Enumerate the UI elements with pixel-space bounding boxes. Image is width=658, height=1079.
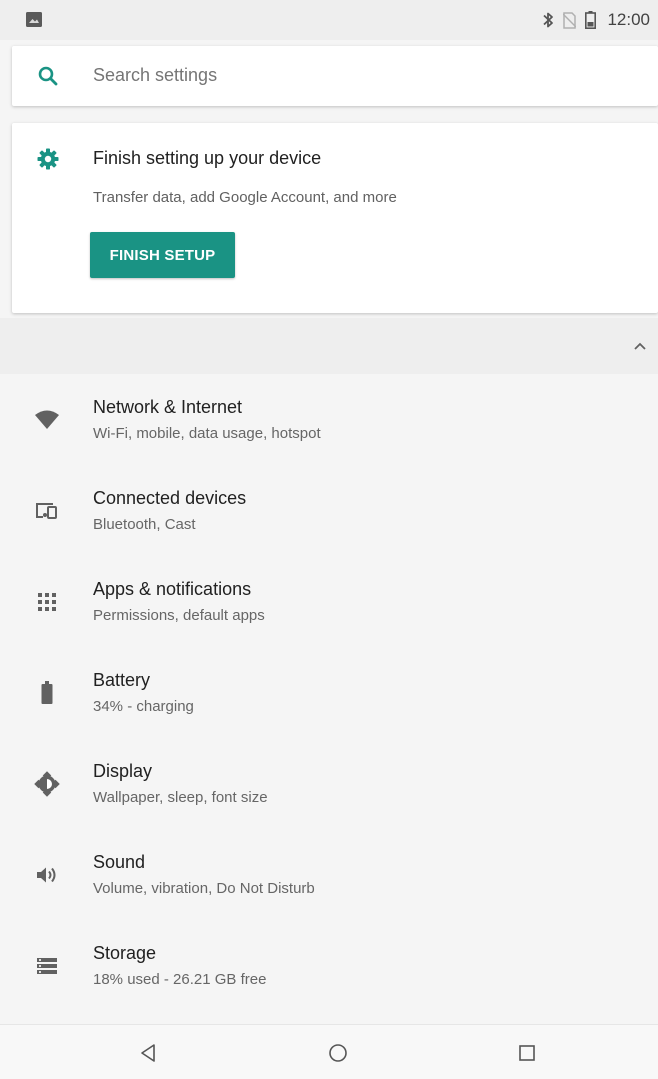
bluetooth-icon	[543, 12, 554, 28]
devices-icon	[36, 503, 57, 519]
settings-item-storage[interactable]: Storage 18% used - 26.21 GB free	[0, 920, 658, 1011]
image-notification-icon	[26, 12, 42, 27]
status-bar: 12:00	[0, 0, 658, 40]
settings-item-network[interactable]: Network & Internet Wi-Fi, mobile, data u…	[0, 374, 658, 465]
search-icon[interactable]	[36, 64, 60, 88]
volume-icon	[37, 867, 56, 883]
settings-item-title: Display	[93, 761, 153, 781]
search-input[interactable]: Search settings	[93, 65, 217, 86]
home-icon[interactable]	[327, 1042, 349, 1064]
settings-item-display[interactable]: Display Wallpaper, sleep, font size	[0, 738, 658, 829]
setup-subtitle: Transfer data, add Google Account, and m…	[93, 189, 397, 206]
status-icons: 12:00	[542, 0, 650, 40]
settings-item-subtitle: Permissions, default apps	[93, 607, 265, 624]
settings-item-title: Network & Internet	[93, 397, 243, 417]
battery-icon	[585, 11, 597, 29]
settings-item-title: Battery	[93, 670, 151, 690]
storage-icon	[37, 958, 57, 974]
apps-grid-icon	[38, 593, 56, 611]
settings-item-subtitle: Wi-Fi, mobile, data usage, hotspot	[93, 425, 321, 442]
settings-item-connected-devices[interactable]: Connected devices Bluetooth, Cast	[0, 465, 658, 556]
settings-item-subtitle: Bluetooth, Cast	[93, 516, 196, 533]
setup-title: Finish setting up your device	[93, 148, 322, 168]
battery-icon	[41, 681, 53, 704]
search-bar[interactable]: Search settings	[12, 46, 658, 106]
settings-item-subtitle: 34% - charging	[93, 698, 194, 715]
brightness-icon	[34, 771, 60, 797]
status-time: 12:00	[607, 10, 650, 29]
settings-item-title: Apps & notifications	[93, 579, 252, 599]
chevron-up-icon[interactable]	[632, 338, 648, 354]
setup-suggestion-card: Finish setting up your device Transfer d…	[12, 123, 658, 313]
settings-screen: 12:00 Search settings Finish setting up …	[0, 0, 658, 1079]
suggestions-collapse-bar[interactable]	[0, 318, 658, 374]
settings-item-title: Sound	[93, 852, 146, 872]
settings-item-title: Connected devices	[93, 488, 247, 508]
settings-item-apps[interactable]: Apps & notifications Permissions, defaul…	[0, 556, 658, 647]
settings-item-title: Storage	[93, 943, 157, 963]
wifi-icon	[35, 410, 59, 429]
settings-item-subtitle: 18% used - 26.21 GB free	[93, 971, 267, 988]
settings-item-battery[interactable]: Battery 34% - charging	[0, 647, 658, 738]
no-sim-icon	[563, 11, 577, 29]
settings-item-subtitle: Wallpaper, sleep, font size	[93, 789, 268, 806]
navigation-bar	[0, 1024, 658, 1079]
recents-icon[interactable]	[516, 1042, 538, 1064]
finish-setup-button[interactable]: FINISH SETUP	[90, 232, 235, 278]
gear-icon	[37, 148, 59, 170]
back-icon[interactable]	[138, 1042, 160, 1064]
settings-item-subtitle: Volume, vibration, Do Not Disturb	[93, 880, 315, 897]
settings-item-sound[interactable]: Sound Volume, vibration, Do Not Disturb	[0, 829, 658, 920]
